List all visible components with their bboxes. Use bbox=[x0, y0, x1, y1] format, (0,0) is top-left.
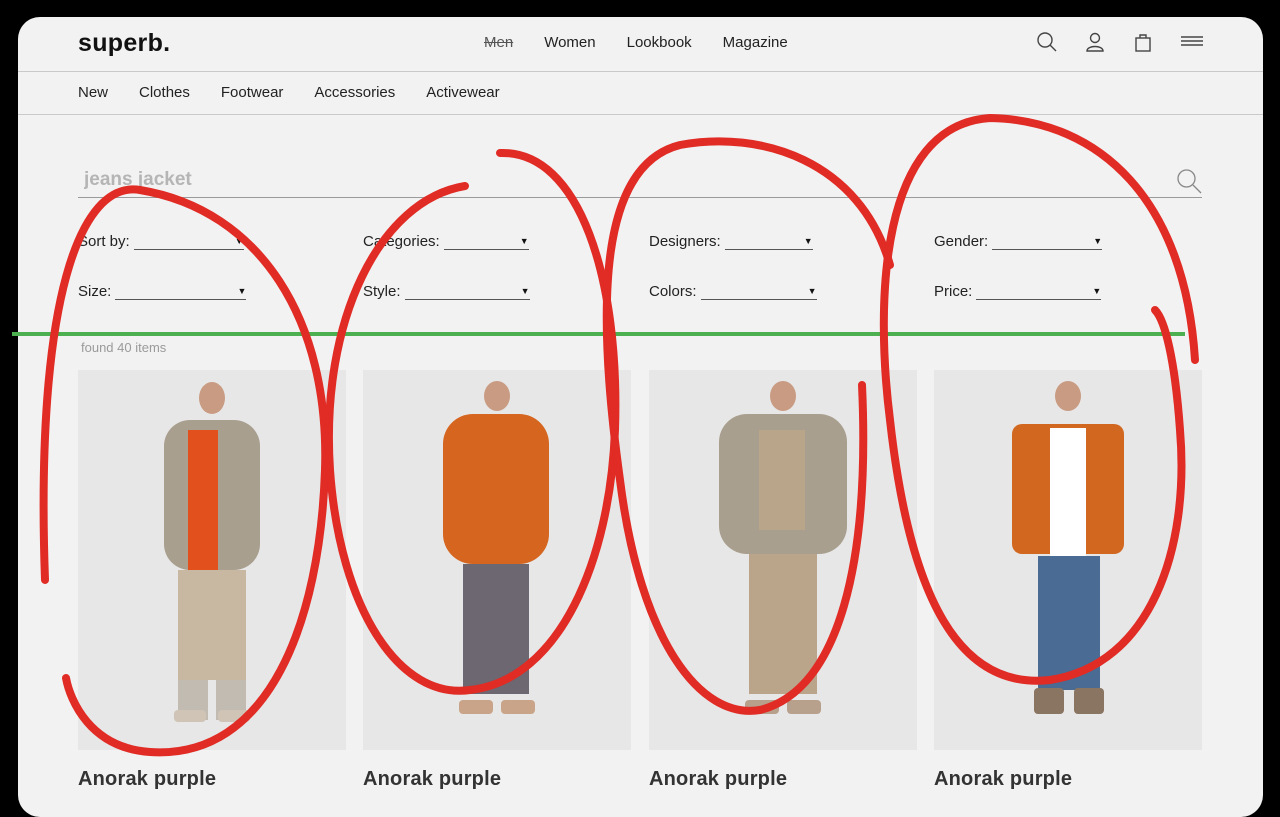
filter-sort-label: Sort by: bbox=[78, 233, 130, 250]
menu-icon[interactable] bbox=[1180, 31, 1204, 53]
caret-down-icon: ▼ bbox=[1093, 236, 1103, 246]
product-name[interactable]: Anorak purple bbox=[363, 768, 631, 791]
bag-icon[interactable] bbox=[1132, 31, 1154, 53]
filter-designers-select[interactable]: ▼ bbox=[724, 236, 813, 250]
filter-gender-select[interactable]: ▼ bbox=[992, 236, 1103, 250]
filter-size[interactable]: Size: ▼ bbox=[78, 283, 247, 300]
head bbox=[770, 381, 796, 411]
filter-price[interactable]: Price: ▼ bbox=[934, 283, 1102, 300]
caret-down-icon: ▼ bbox=[520, 286, 530, 296]
model-figure bbox=[1012, 381, 1124, 714]
filter-size-label: Size: bbox=[78, 283, 112, 300]
product-image[interactable] bbox=[934, 370, 1202, 750]
head bbox=[199, 382, 225, 414]
search-bar bbox=[78, 162, 1202, 198]
nav-lookbook[interactable]: Lookbook bbox=[627, 34, 692, 51]
caret-down-icon: ▼ bbox=[519, 236, 529, 246]
filter-colors[interactable]: Colors: ▼ bbox=[649, 283, 817, 300]
tshirt bbox=[1050, 428, 1086, 558]
product-card[interactable]: Anorak purple bbox=[649, 370, 917, 791]
caret-down-icon: ▼ bbox=[803, 236, 813, 246]
search-input[interactable] bbox=[84, 166, 1144, 194]
category-nav: New Clothes Footwear Accessories Activew… bbox=[18, 72, 1263, 115]
filter-gender[interactable]: Gender: ▼ bbox=[934, 233, 1103, 250]
pants bbox=[749, 554, 817, 694]
filter-colors-label: Colors: bbox=[649, 283, 697, 300]
model-figure bbox=[719, 381, 847, 714]
logo[interactable]: superb. bbox=[78, 29, 170, 58]
filter-sort[interactable]: Sort by: ▼ bbox=[78, 233, 244, 250]
jeans bbox=[1038, 556, 1100, 690]
head bbox=[1055, 381, 1081, 411]
filter-style-label: Style: bbox=[363, 283, 401, 300]
search-icon[interactable] bbox=[1036, 31, 1058, 53]
subnav-accessories[interactable]: Accessories bbox=[314, 84, 395, 101]
filter-size-select[interactable]: ▼ bbox=[115, 286, 247, 300]
caret-down-icon: ▼ bbox=[234, 236, 244, 246]
filter-designers[interactable]: Designers: ▼ bbox=[649, 233, 813, 250]
product-image[interactable] bbox=[649, 370, 917, 750]
filter-price-label: Price: bbox=[934, 283, 973, 300]
nav-magazine[interactable]: Magazine bbox=[723, 34, 788, 51]
caret-down-icon: ▼ bbox=[807, 286, 817, 296]
filter-categories[interactable]: Categories: ▼ bbox=[363, 233, 529, 250]
product-name[interactable]: Anorak purple bbox=[78, 768, 346, 791]
main-nav: Men Women Lookbook Magazine bbox=[484, 34, 788, 51]
caret-down-icon: ▼ bbox=[237, 286, 247, 296]
filter-categories-label: Categories: bbox=[363, 233, 440, 250]
product-image[interactable] bbox=[363, 370, 631, 750]
caret-down-icon: ▼ bbox=[1092, 286, 1102, 296]
filter-price-select[interactable]: ▼ bbox=[976, 286, 1102, 300]
filter-style-select[interactable]: ▼ bbox=[404, 286, 530, 300]
nav-men[interactable]: Men bbox=[484, 34, 513, 51]
filter-categories-select[interactable]: ▼ bbox=[443, 236, 529, 250]
filter-style[interactable]: Style: ▼ bbox=[363, 283, 530, 300]
subnav-new[interactable]: New bbox=[78, 84, 108, 101]
pants bbox=[178, 570, 246, 680]
product-image[interactable] bbox=[78, 370, 346, 750]
product-card[interactable]: Anorak purple bbox=[78, 370, 346, 791]
model-figure bbox=[164, 382, 260, 722]
search-icon[interactable] bbox=[1176, 168, 1202, 194]
product-name[interactable]: Anorak purple bbox=[934, 768, 1202, 791]
subnav-footwear[interactable]: Footwear bbox=[221, 84, 284, 101]
tablet-frame: superb. Men Women Lookbook Magazine New … bbox=[0, 0, 1280, 817]
top-header: superb. Men Women Lookbook Magazine bbox=[18, 17, 1263, 72]
product-card[interactable]: Anorak purple bbox=[934, 370, 1202, 791]
product-name[interactable]: Anorak purple bbox=[649, 768, 917, 791]
filter-sort-select[interactable]: ▼ bbox=[133, 236, 244, 250]
screen: superb. Men Women Lookbook Magazine New … bbox=[18, 17, 1263, 817]
pants bbox=[463, 564, 529, 694]
header-icons bbox=[1036, 31, 1204, 53]
results-count: found 40 items bbox=[81, 340, 167, 355]
nav-women[interactable]: Women bbox=[544, 34, 595, 51]
product-card[interactable]: Anorak purple bbox=[363, 370, 631, 791]
filter-colors-select[interactable]: ▼ bbox=[700, 286, 817, 300]
sweater bbox=[759, 430, 805, 530]
jacket bbox=[443, 414, 549, 564]
filter-gender-label: Gender: bbox=[934, 233, 989, 250]
subnav-clothes[interactable]: Clothes bbox=[139, 84, 190, 101]
model-figure bbox=[443, 381, 549, 714]
filter-designers-label: Designers: bbox=[649, 233, 721, 250]
subnav-activewear[interactable]: Activewear bbox=[426, 84, 499, 101]
head bbox=[484, 381, 510, 411]
user-icon[interactable] bbox=[1084, 31, 1106, 53]
